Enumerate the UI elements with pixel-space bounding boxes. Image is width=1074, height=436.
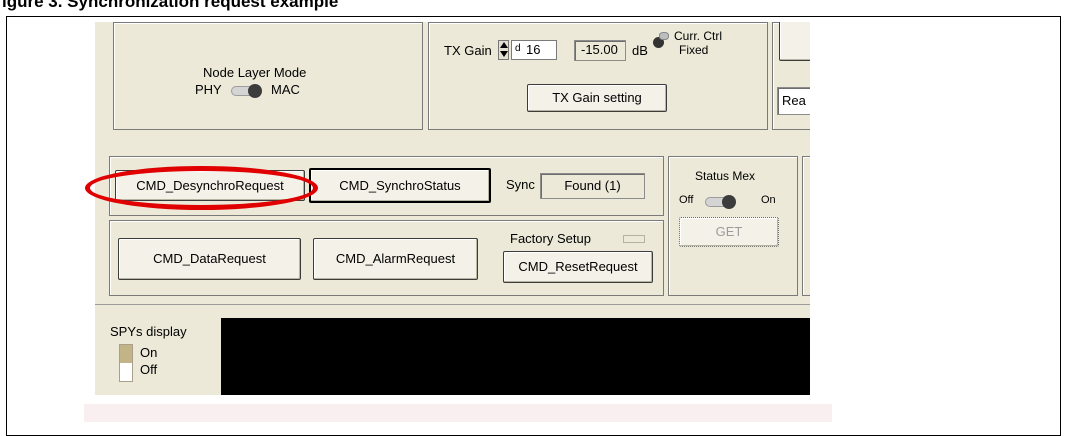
spy-on-label: On: [140, 345, 158, 360]
document-heading: igure 3. Synchronization request example: [2, 0, 339, 11]
factory-setup-label: Factory Setup: [510, 231, 591, 246]
toggle-knob: [722, 195, 736, 209]
divider: [95, 304, 810, 305]
status-mex-off-label: Off: [679, 194, 694, 206]
spy-console-screen: [221, 318, 810, 395]
spin-up-icon[interactable]: [500, 42, 508, 48]
data-request-button[interactable]: CMD_DataRequest: [118, 238, 301, 280]
tx-gain-label: TX Gain: [444, 43, 492, 58]
sync-status-field: Found (1): [540, 173, 645, 199]
tx-gain-spinner[interactable]: [498, 40, 509, 60]
spy-off-label: Off: [140, 362, 158, 377]
toggle-knob: [248, 84, 262, 98]
status-mex-panel: Status Mex Off On GET: [668, 156, 798, 296]
phy-label: PHY: [195, 82, 222, 97]
tx-gain-unit-prefix: d: [515, 43, 521, 54]
data-panel: CMD_DataRequest CMD_AlarmRequest Factory…: [109, 220, 664, 296]
right-partial-panel-2: [802, 156, 810, 296]
db-value-field: -15.00: [574, 40, 626, 61]
curr-ctrl-switch-cap: [659, 32, 669, 40]
spy-toggle-on-segment: [120, 345, 132, 363]
spy-toggle[interactable]: [119, 344, 133, 382]
node-layer-title: Node Layer Mode: [203, 65, 307, 80]
mac-label: MAC: [271, 82, 300, 97]
tx-gain-panel: TX Gain d 16 -15.00 dB Curr. Ctrl Fixed …: [428, 22, 768, 130]
spy-display-title: SPYs display: [110, 324, 187, 339]
node-layer-toggle[interactable]: [231, 84, 262, 98]
partial-read-button[interactable]: Rea: [777, 87, 810, 115]
get-button[interactable]: GET: [679, 217, 779, 247]
node-layer-panel: Node Layer Mode PHY MAC: [113, 22, 423, 130]
db-unit-label: dB: [632, 43, 648, 58]
highlight-annotation: [85, 166, 318, 210]
tx-gain-value: 16: [526, 42, 541, 57]
spin-down-icon[interactable]: [500, 51, 508, 57]
curr-ctrl-label: Curr. Ctrl: [674, 29, 722, 43]
tx-gain-setting-button[interactable]: TX Gain setting: [527, 84, 667, 112]
right-partial-panel: Rea: [772, 22, 810, 130]
status-mex-title: Status Mex: [695, 169, 756, 183]
sync-label: Sync: [506, 177, 535, 192]
curr-ctrl-mode: Fixed: [679, 43, 709, 57]
partial-button-top[interactable]: [779, 22, 810, 61]
status-mex-toggle[interactable]: [705, 195, 736, 209]
factory-setup-indicator: [623, 235, 645, 243]
pink-strip: [84, 404, 832, 422]
alarm-request-button[interactable]: CMD_AlarmRequest: [313, 238, 478, 280]
synchro-status-button[interactable]: CMD_SynchroStatus: [309, 168, 491, 203]
status-mex-on-label: On: [761, 194, 776, 206]
reset-request-button[interactable]: CMD_ResetRequest: [503, 251, 653, 283]
tx-gain-input[interactable]: d 16: [511, 40, 557, 60]
